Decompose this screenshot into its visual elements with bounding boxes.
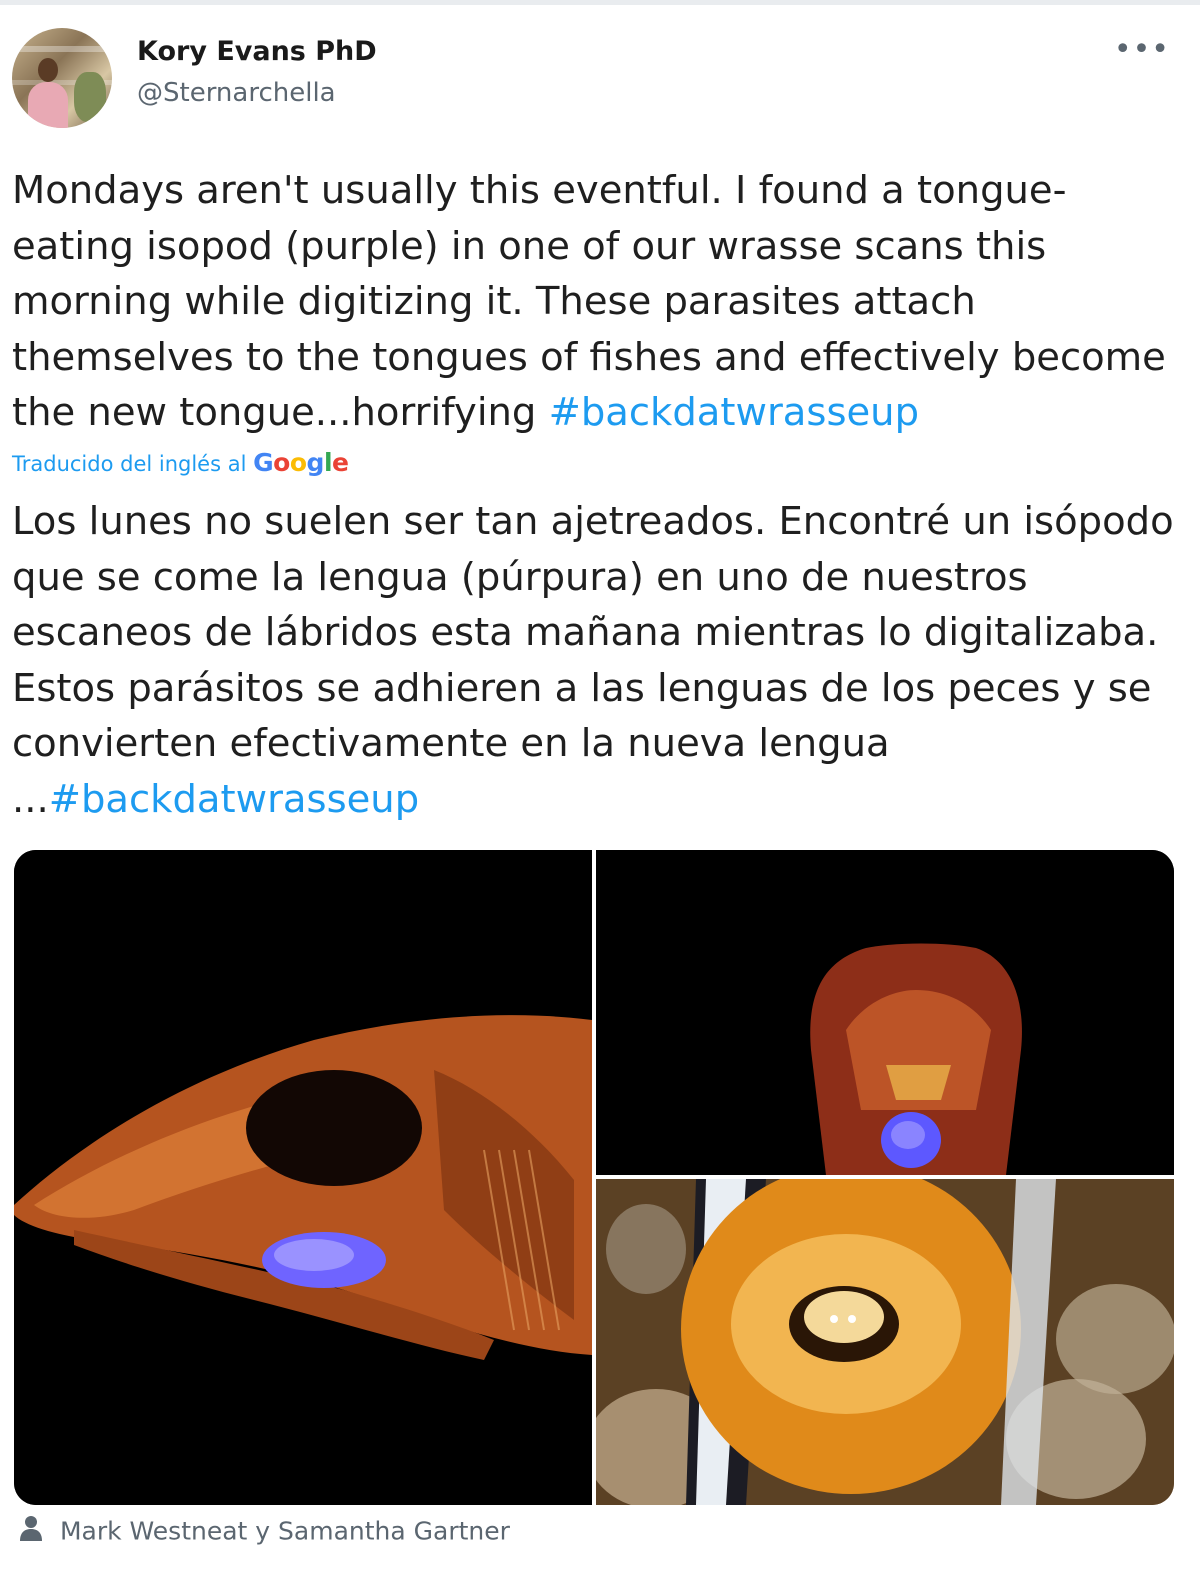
photo-fish-front-scan[interactable]	[596, 850, 1174, 1175]
tweet-text: Mondays aren't usually this eventful. I …	[12, 163, 1187, 441]
hashtag-link[interactable]: #backdatwrasseup	[549, 390, 919, 435]
top-divider	[0, 0, 1200, 5]
translation-attribution[interactable]: Traducido del inglés al Google	[12, 448, 349, 477]
person-icon	[20, 1515, 42, 1547]
avatar[interactable]	[12, 28, 112, 128]
photo-fish-skull-scan[interactable]	[14, 850, 592, 1505]
translated-body: Los lunes no suelen ser tan ajetreados. …	[12, 499, 1174, 822]
translated-text: Los lunes no suelen ser tan ajetreados. …	[12, 494, 1187, 827]
author-handle[interactable]: @Sternarchella	[137, 78, 336, 108]
photo-clownfish-isopod[interactable]	[596, 1179, 1174, 1505]
credit-names: Mark Westneat y Samantha Gartner	[59, 1516, 510, 1546]
google-logo: Google	[253, 448, 349, 477]
translated-hashtag-link[interactable]: #backdatwrasseup	[49, 777, 419, 822]
more-options-icon[interactable]: •••	[1114, 32, 1170, 67]
author-name[interactable]: Kory Evans PhD	[137, 36, 377, 67]
translation-label: Traducido del inglés al	[12, 452, 247, 476]
media-credit[interactable]: Mark Westneat y Samantha Gartner	[20, 1515, 510, 1547]
media-grid	[14, 850, 1174, 1505]
